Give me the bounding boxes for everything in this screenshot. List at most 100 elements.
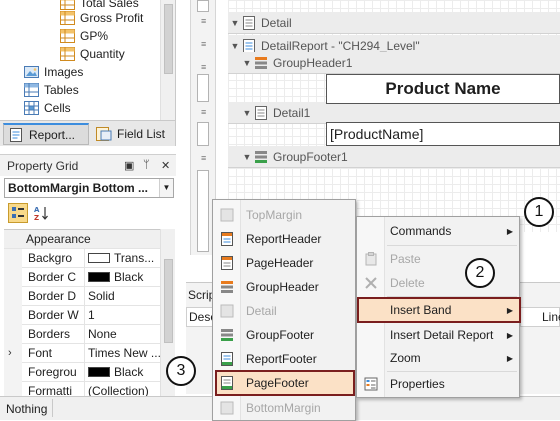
menu-item-detail[interactable]: Detail [215,299,355,323]
pin-button[interactable]: ᛘ [143,159,150,171]
property-value[interactable]: Times New ... [88,346,160,360]
menu-item-page-header[interactable]: PageHeader [215,251,355,275]
band-group-header1[interactable]: ▼ GroupHeader1 [228,52,560,74]
property-grid-toolbar: AZ [4,201,176,227]
property-grid-scroll-thumb[interactable] [164,259,173,343]
collapse-icon[interactable]: ▼ [228,18,242,28]
menu-item-paste[interactable]: Paste [359,247,519,271]
property-row-foreground[interactable]: Foregrou Black [4,363,160,382]
band-detail[interactable]: ▼ Detail [228,12,560,34]
product-name-field-cell[interactable]: [ProductName] [326,122,560,146]
band-grip-icon[interactable]: ≡ [201,63,206,72]
collapse-icon[interactable]: ▼ [240,58,254,68]
property-name: Border C [28,270,77,284]
delete-icon [365,277,377,289]
tab-field-list-label: Field List [117,127,166,141]
alphabetical-button[interactable]: AZ [32,203,52,223]
tree-item-gp-percent[interactable]: GP% [60,27,108,45]
categorized-button[interactable] [8,203,28,223]
tab-field-list[interactable]: Field List [92,123,174,145]
svg-text:Z: Z [34,214,39,221]
property-row-border-dash[interactable]: Border D Solid [4,287,160,306]
detail-report-band-icon [243,38,255,53]
tree-item-label: Cells [44,101,71,115]
collapse-icon[interactable]: ▼ [228,41,242,51]
tree-item-label: Images [44,65,84,79]
step-callout-2: 2 [465,258,495,288]
tab-report-explorer[interactable]: Report... [3,123,89,145]
tree-item-tables[interactable]: Tables [24,81,79,99]
tree-item-cells[interactable]: Cells [24,99,71,117]
row-separator [84,306,85,325]
tree-scrollbar[interactable] [160,0,175,120]
menu-item-report-footer[interactable]: ReportFooter [215,347,355,371]
category-row-appearance[interactable]: Appearance [4,230,160,249]
tree-item-gross-profit[interactable]: Gross Profit [60,9,143,27]
scripts-line-column[interactable]: Line [520,307,560,327]
band-group-footer1[interactable]: ▼ GroupFooter1 [228,146,560,168]
menu-item-label: Commands [390,224,452,238]
property-value[interactable]: Black [88,365,160,379]
menu-item-bottom-margin[interactable]: BottomMargin [215,396,355,420]
vertical-ruler [197,0,209,12]
field-tree-panel: Total Sales Gross Profit GP% Quantity Im… [0,0,176,120]
expand-icon[interactable]: › [8,347,12,359]
band-grip-icon[interactable]: ≡ [201,40,206,49]
row-gutter [4,325,22,344]
row-gutter [4,249,22,268]
menu-item-label: ReportFooter [246,352,317,366]
property-row-font[interactable]: › Font Times New ... [4,344,160,363]
property-name: Backgro [28,251,73,265]
collapse-icon[interactable]: ▼ [240,152,254,162]
property-row-border-width[interactable]: Border W 1 [4,306,160,325]
menu-item-label: Detail [246,304,277,318]
menu-item-group-header[interactable]: GroupHeader [215,275,355,299]
property-value[interactable]: Solid [88,289,160,303]
menu-item-report-header[interactable]: ReportHeader [215,227,355,251]
property-name: Font [28,346,53,360]
band-grip-icon[interactable]: ≡ [201,154,206,163]
row-separator [84,268,85,287]
properties-icon [364,377,378,391]
property-value[interactable]: Black [88,270,160,284]
property-row-border-color[interactable]: Border C Black [4,268,160,287]
menu-item-insert-band[interactable]: Insert Band ▶ [357,297,521,323]
menu-item-page-footer[interactable]: PageFooter [215,370,355,396]
color-swatch [88,367,110,377]
chevron-down-icon[interactable]: ▼ [159,179,173,197]
property-row-borders[interactable]: Borders None [4,325,160,344]
menu-item-delete[interactable]: Delete [359,271,519,295]
property-value[interactable]: 1 [88,308,160,322]
submenu-arrow-icon: ▶ [506,330,513,340]
property-grid-header: Property Grid ▣ ᛘ ✕ [0,154,176,176]
tree-scroll-thumb[interactable] [164,4,173,74]
band-grip-icon[interactable]: ≡ [201,108,206,117]
group-footer-band-icon [255,150,267,163]
band-detail1[interactable]: ▼ Detail1 [228,102,560,124]
property-value[interactable]: Trans... [88,251,160,265]
property-name: Foregrou [28,365,77,379]
property-row-background[interactable]: Backgro Trans... [4,249,160,268]
selected-object-selector[interactable]: BottomMargin Bottom ... ▼ [4,178,174,198]
report-footer-icon [221,352,233,366]
property-value[interactable]: None [88,327,160,341]
category-label: Appearance [26,232,91,246]
menu-item-insert-detail-report[interactable]: Insert Detail Report ▶ [359,323,519,347]
row-separator [84,249,85,268]
close-panel-button[interactable]: ✕ [161,159,170,172]
menu-item-group-footer[interactable]: GroupFooter [215,323,355,347]
dock-window-button[interactable]: ▣ [124,159,134,172]
report-header-icon [221,232,233,246]
collapse-icon[interactable]: ▼ [240,108,254,118]
menu-item-commands[interactable]: Commands ▶ [359,219,519,243]
tree-item-images[interactable]: Images [24,63,83,81]
detail-band-icon [243,15,255,30]
tree-item-quantity[interactable]: Quantity [60,45,125,63]
menu-item-properties[interactable]: Properties [359,372,519,396]
band-grip-icon[interactable]: ≡ [201,17,206,26]
menu-item-top-margin[interactable]: TopMargin [215,203,355,227]
property-name: Border D [28,289,77,303]
product-name-header-cell[interactable]: Product Name [326,74,560,104]
submenu-arrow-icon: ▶ [506,226,513,236]
menu-item-zoom[interactable]: Zoom ▶ [359,346,519,370]
